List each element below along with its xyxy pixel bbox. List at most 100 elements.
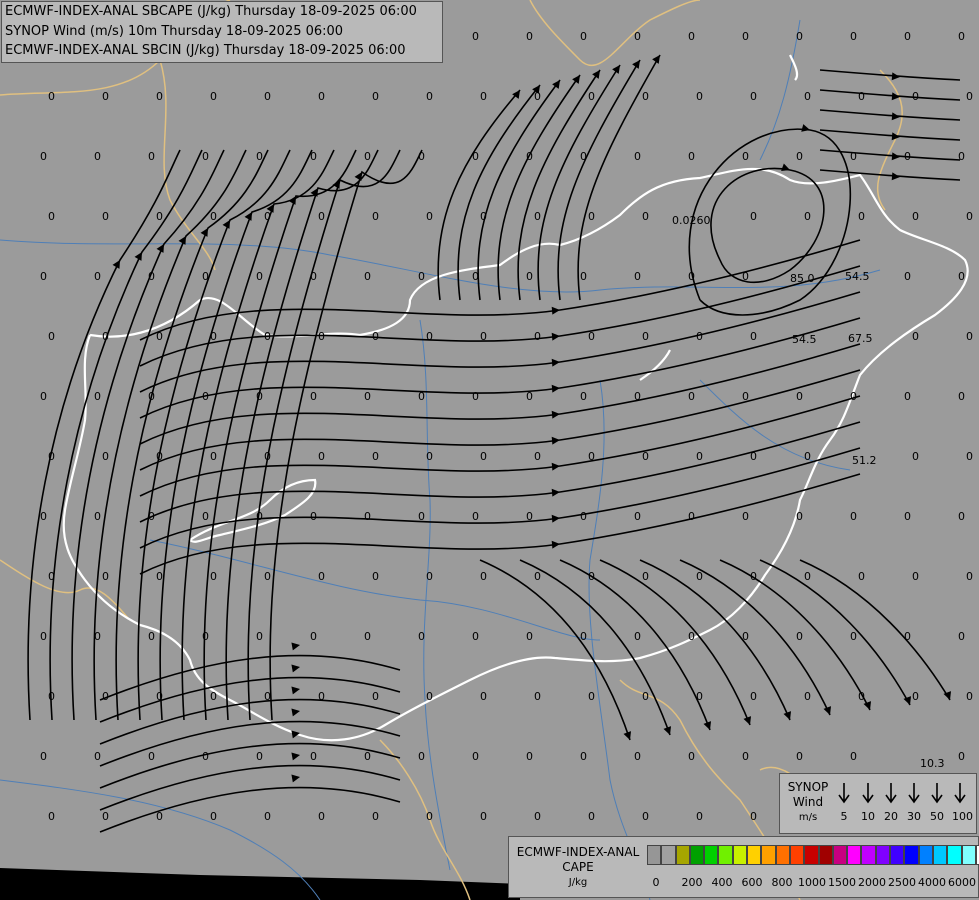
cin-value-label: 0 bbox=[958, 150, 965, 163]
cin-value-label: 0 bbox=[904, 390, 911, 403]
cin-value-label: 0 bbox=[156, 210, 163, 223]
cin-value-label: 0 bbox=[472, 750, 479, 763]
cin-value-label: 0 bbox=[472, 390, 479, 403]
cin-value-label: 0 bbox=[796, 150, 803, 163]
cin-value-label: 0 bbox=[256, 390, 263, 403]
cape-color-swatch bbox=[890, 845, 905, 865]
weather-map[interactable]: 0 0 0 0 0 0 0 0 0 0 0 0 0 0 0 0 0 0 0 0 0 0 0 0 0 0 0 0 0 0 0 0 0 0 0 0 0 0 0 0… bbox=[0, 0, 979, 900]
cin-value-label: 0 bbox=[318, 570, 325, 583]
cin-value-label: 0 bbox=[264, 690, 271, 703]
cin-value-label: 0 bbox=[966, 330, 973, 343]
cin-value-label: 0 bbox=[310, 390, 317, 403]
cin-value-label: 0 bbox=[804, 450, 811, 463]
cin-value-label: 0 bbox=[318, 690, 325, 703]
cin-value-label: 0 bbox=[94, 150, 101, 163]
cin-value-label: 0 bbox=[48, 450, 55, 463]
cin-value-label: 0 bbox=[418, 750, 425, 763]
cin-value-label: 0 bbox=[750, 210, 757, 223]
cin-value-label: 0 bbox=[850, 510, 857, 523]
cin-value-label: 0 bbox=[966, 90, 973, 103]
cin-value-label: 0 bbox=[372, 330, 379, 343]
cin-value-label: 0 bbox=[148, 630, 155, 643]
cin-value-label: 0 bbox=[750, 330, 757, 343]
value-label: 10.3 bbox=[920, 757, 945, 770]
cin-value-label: 0 bbox=[418, 630, 425, 643]
cin-value-label: 0 bbox=[310, 270, 317, 283]
cin-value-label: 0 bbox=[94, 510, 101, 523]
barb-speed-label: 100 bbox=[952, 810, 973, 823]
cin-value-label: 0 bbox=[642, 570, 649, 583]
cin-value-label: 0 bbox=[426, 330, 433, 343]
cin-value-label: 0 bbox=[642, 810, 649, 823]
cin-value-label: 0 bbox=[958, 270, 965, 283]
cin-value-label: 0 bbox=[580, 30, 587, 43]
cin-value-label: 0 bbox=[526, 150, 533, 163]
cape-legend-line1: ECMWF-INDEX-ANAL bbox=[516, 845, 640, 859]
cape-tick: 400 bbox=[711, 876, 733, 889]
cin-value-label: 0 bbox=[696, 90, 703, 103]
cin-value-label: 0 bbox=[310, 510, 317, 523]
cape-tick: 1000 bbox=[798, 876, 826, 889]
cin-value-label: 0 bbox=[40, 510, 47, 523]
cin-value-label: 0 bbox=[210, 690, 217, 703]
cin-value-label: 0 bbox=[966, 690, 973, 703]
value-label: 51.2 bbox=[852, 454, 877, 467]
cape-color-swatch bbox=[847, 845, 862, 865]
cin-value-label: 0 bbox=[580, 150, 587, 163]
cin-value-label: 0 bbox=[958, 750, 965, 763]
cin-value-label: 0 bbox=[804, 690, 811, 703]
cin-value-label: 0 bbox=[472, 630, 479, 643]
cape-color-swatch bbox=[918, 845, 933, 865]
cin-value-label: 0 bbox=[94, 750, 101, 763]
cape-color-swatch bbox=[689, 845, 705, 865]
cin-value-label: 0 bbox=[580, 270, 587, 283]
cape-color-swatch bbox=[875, 845, 891, 865]
cin-value-label: 0 bbox=[688, 630, 695, 643]
cin-value-label: 0 bbox=[480, 810, 487, 823]
title-line-cape: ECMWF-INDEX-ANAL SBCAPE (J/kg) Thursday … bbox=[5, 4, 417, 19]
cin-value-label: 0 bbox=[642, 210, 649, 223]
cape-color-legend: ECMWF-INDEX-ANAL CAPE J/kg 0 200 400 600… bbox=[508, 836, 979, 898]
cin-value-label: 0 bbox=[580, 750, 587, 763]
cin-value-label: 0 bbox=[480, 690, 487, 703]
cape-color-swatch bbox=[832, 845, 848, 865]
synop-legend-unit: m/s bbox=[798, 812, 818, 823]
cin-value-label: 0 bbox=[696, 690, 703, 703]
cin-value-label: 0 bbox=[372, 690, 379, 703]
cin-value-label: 0 bbox=[40, 150, 47, 163]
cape-tick: 4000 bbox=[918, 876, 946, 889]
cape-tick: 0 bbox=[652, 876, 660, 889]
map-background bbox=[0, 0, 979, 900]
cin-value-label: 0 bbox=[48, 90, 55, 103]
cin-value-label: 0 bbox=[534, 690, 541, 703]
cin-value-label: 0 bbox=[858, 90, 865, 103]
cin-value-label: 0 bbox=[858, 570, 865, 583]
cin-value-label: 0 bbox=[48, 690, 55, 703]
cin-value-label: 0 bbox=[310, 150, 317, 163]
value-label: 67.5 bbox=[848, 332, 873, 345]
cin-value-label: 0 bbox=[912, 690, 919, 703]
cape-color-swatch bbox=[732, 845, 748, 865]
cin-value-label: 0 bbox=[264, 210, 271, 223]
value-label: 85.0 bbox=[790, 272, 815, 285]
cin-value-label: 0 bbox=[202, 510, 209, 523]
cin-value-label: 0 bbox=[796, 30, 803, 43]
cin-value-label: 0 bbox=[148, 150, 155, 163]
cape-tick: 800 bbox=[771, 876, 793, 889]
cin-value-label: 0 bbox=[40, 390, 47, 403]
cin-value-label: 0 bbox=[526, 510, 533, 523]
cin-value-label: 0 bbox=[526, 750, 533, 763]
cin-value-label: 0 bbox=[580, 630, 587, 643]
cin-value-label: 0 bbox=[588, 90, 595, 103]
cin-value-label: 0 bbox=[526, 630, 533, 643]
cin-value-label: 0 bbox=[804, 210, 811, 223]
cape-color-swatch bbox=[704, 845, 719, 865]
cin-value-label: 0 bbox=[904, 30, 911, 43]
cin-value-label: 0 bbox=[148, 510, 155, 523]
cin-value-label: 0 bbox=[912, 570, 919, 583]
cin-value-label: 0 bbox=[426, 570, 433, 583]
cape-color-swatch bbox=[904, 845, 919, 865]
cape-color-scale bbox=[647, 845, 979, 865]
cin-value-label: 0 bbox=[642, 330, 649, 343]
cape-legend-line2: CAPE bbox=[562, 860, 594, 874]
